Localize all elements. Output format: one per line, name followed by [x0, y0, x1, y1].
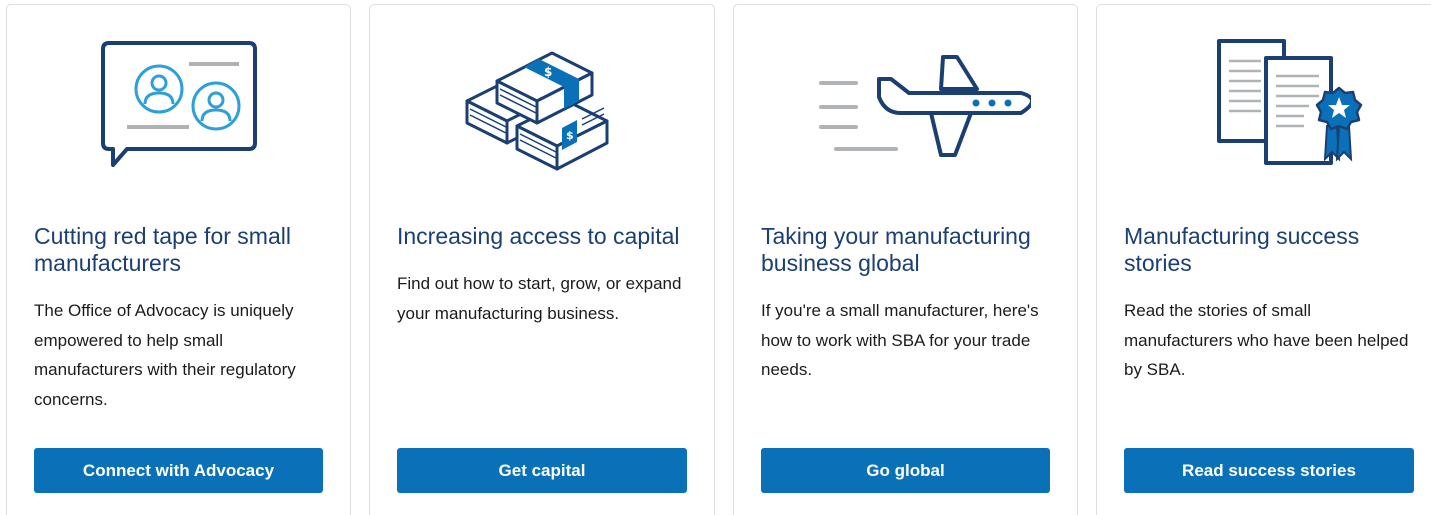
card-success-stories: Manufacturing success stories Read the s…	[1096, 4, 1431, 515]
feature-card-grid: Cutting red tape for small manufacturers…	[0, 0, 1431, 515]
money-stacks-icon: $ $	[465, 51, 609, 171]
card-title: Taking your manufacturing business globa…	[761, 223, 1031, 276]
card-title: Increasing access to capital	[397, 223, 680, 249]
advocacy-speech-bubble-icon	[100, 41, 257, 167]
get-capital-button[interactable]: Get capital	[397, 448, 687, 493]
airplane-icon	[818, 55, 1031, 157]
card-description: The Office of Advocacy is uniquely empow…	[34, 301, 296, 409]
card-advocacy: Cutting red tape for small manufacturers…	[6, 4, 351, 515]
card-title: Cutting red tape for small manufacturers	[34, 223, 291, 276]
go-global-button[interactable]: Go global	[761, 448, 1050, 493]
read-success-stories-button[interactable]: Read success stories	[1124, 448, 1414, 493]
card-global: Taking your manufacturing business globa…	[733, 4, 1078, 515]
card-description: If you're a small manufacturer, here's h…	[761, 301, 1039, 379]
connect-with-advocacy-button[interactable]: Connect with Advocacy	[34, 448, 323, 493]
card-description: Read the stories of small manufacturers …	[1124, 301, 1409, 379]
svg-text:$: $	[544, 65, 552, 79]
card-description: Find out how to start, grow, or expand y…	[397, 274, 682, 323]
svg-text:$: $	[566, 129, 574, 142]
card-capital: $ $ Increasing access to capital Find ou…	[369, 4, 715, 515]
documents-award-ribbon-icon	[1217, 39, 1363, 165]
card-title: Manufacturing success stories	[1124, 223, 1360, 276]
